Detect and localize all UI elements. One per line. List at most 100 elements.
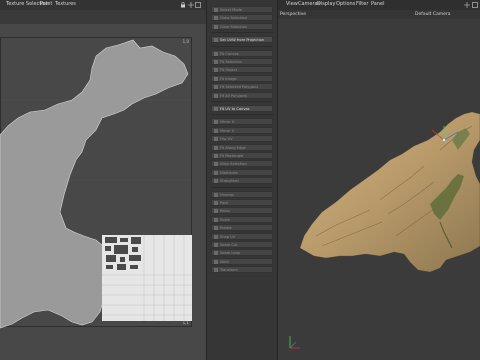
tool-label: Distribute — [220, 170, 238, 175]
tool-icon — [214, 259, 218, 264]
tool-label: Transform — [220, 268, 238, 273]
tool-label: Fit All Polygons — [220, 93, 247, 98]
tool-button[interactable]: Fit Selected Polygons — [211, 83, 273, 91]
tool-label: Fit Along Edge — [220, 145, 246, 150]
tool-separator — [211, 45, 273, 49]
tool-button[interactable]: Seam Loop — [211, 249, 273, 257]
tool-label: Fit Selected Polygons — [220, 85, 259, 90]
tool-icon — [214, 162, 218, 167]
tool-icon — [214, 243, 218, 247]
tool-icon — [214, 93, 218, 98]
tool-label: Straighten — [220, 179, 239, 184]
tool-label: Mirror U — [220, 120, 235, 125]
tool-icon — [214, 201, 218, 205]
tool-label: Flip UV — [220, 137, 233, 142]
tool-icon — [214, 60, 218, 64]
uv-tools-list: Select Mode Grow Selection Clear Selection… — [206, 0, 278, 360]
tool-icon — [214, 137, 218, 142]
tool-icon — [214, 51, 218, 56]
tool-button[interactable]: Fit All Polygons — [211, 91, 273, 99]
tool-separator — [211, 186, 273, 190]
tool-label: Scale — [220, 217, 230, 222]
tool-label: Select Mode — [220, 8, 243, 12]
tool-button[interactable]: Seam Cut — [211, 241, 273, 248]
tool-label: Fit Rectangle — [220, 154, 244, 158]
tool-label: Weld — [220, 259, 229, 264]
tool-button[interactable]: Transform — [211, 266, 273, 274]
tool-icon — [214, 68, 218, 73]
tool-label: Mirror V — [220, 128, 235, 133]
tool-icon — [214, 16, 218, 21]
tool-button[interactable]: Clear Selection — [211, 22, 273, 30]
tool-button[interactable]: Set UVW from Projection — [211, 36, 273, 44]
tool-button[interactable]: Fit Canvas — [211, 49, 273, 57]
tool-button[interactable]: Scale — [211, 215, 273, 223]
tool-icon — [214, 154, 218, 158]
tool-button[interactable]: Distribute — [211, 168, 273, 176]
tool-button[interactable]: Pack — [211, 199, 273, 206]
tool-icon — [214, 179, 218, 184]
tool-label: Fit Object — [220, 68, 238, 73]
tool-label: Seam Cut — [220, 243, 238, 247]
tool-button[interactable]: Fit Image — [211, 74, 273, 82]
tool-button[interactable]: Select Mode — [211, 6, 273, 13]
vp-menu-panel[interactable]: Panel — [371, 1, 385, 7]
viewport-header: Perspective Default Camera — [278, 10, 480, 19]
tool-icon — [214, 226, 218, 231]
vp-menu-view[interactable]: View — [286, 1, 298, 7]
tool-label: Clear Selection — [220, 24, 248, 29]
tool-button[interactable]: Flip UV — [211, 135, 273, 143]
tool-button[interactable]: Fit Object — [211, 66, 273, 74]
viewport-camera-name[interactable]: Default Camera — [415, 12, 451, 17]
move-icon[interactable] — [464, 2, 470, 8]
tool-button[interactable]: Mirror U — [211, 118, 273, 126]
tool-button[interactable]: Fit Along Edge — [211, 143, 273, 151]
tool-button[interactable]: Mirror V — [211, 126, 273, 134]
tool-icon — [214, 107, 218, 111]
tool-icon — [214, 268, 218, 273]
tool-separator — [211, 114, 273, 117]
tool-button[interactable]: Fit Selection — [211, 58, 273, 65]
tool-icon — [214, 24, 218, 29]
tool-button[interactable]: Weld — [211, 257, 273, 265]
tool-label: Rotate — [220, 226, 232, 231]
tool-button[interactable]: Fit UV to Canvas — [211, 105, 273, 112]
tool-label: Fit Canvas — [220, 51, 239, 56]
tool-label: Relax — [220, 209, 230, 214]
vp-menu-display[interactable]: Display — [317, 1, 335, 7]
tool-icon — [214, 251, 218, 256]
tool-icon — [214, 217, 218, 222]
tool-icon — [214, 209, 218, 214]
tool-label: Fit Image — [220, 76, 237, 81]
tool-separator — [211, 101, 273, 104]
tool-button[interactable]: Straighten — [211, 177, 273, 185]
tool-label: Set UVW from Projection — [220, 38, 265, 43]
tool-button[interactable]: Relax — [211, 207, 273, 215]
tool-icon — [214, 234, 218, 239]
tool-label: Snap UV — [220, 234, 236, 239]
tool-icon — [214, 76, 218, 81]
tool-button[interactable]: Snap UV — [211, 232, 273, 240]
tool-button[interactable]: Fit Rectangle — [211, 152, 273, 159]
tool-icon — [214, 120, 218, 125]
tool-button[interactable]: Grow Selection — [211, 14, 273, 22]
tool-icon — [214, 192, 218, 197]
tool-icon — [214, 8, 218, 12]
vp-menu-options[interactable]: Options — [336, 1, 355, 7]
tool-button[interactable]: Unwrap — [211, 190, 273, 198]
tool-label: Unwrap — [220, 192, 234, 197]
tool-separator — [211, 32, 273, 35]
tool-icon — [214, 128, 218, 133]
tool-label: Pack — [220, 201, 229, 205]
tool-icon — [214, 145, 218, 150]
viewport-scene[interactable] — [278, 19, 480, 360]
tool-label: Seam Loop — [220, 251, 240, 256]
terrain-model — [289, 111, 480, 349]
tool-button[interactable]: Rotate — [211, 224, 273, 232]
vp-menu-filter[interactable]: Filter — [356, 1, 368, 7]
maximize-icon[interactable] — [472, 2, 478, 8]
world-axis-indicator — [289, 336, 300, 349]
viewport-menubar: View Cameras Display Options Filter Pane… — [278, 0, 480, 10]
viewport-view-name: Perspective — [280, 12, 307, 17]
tool-button[interactable]: Align Selection — [211, 160, 273, 168]
